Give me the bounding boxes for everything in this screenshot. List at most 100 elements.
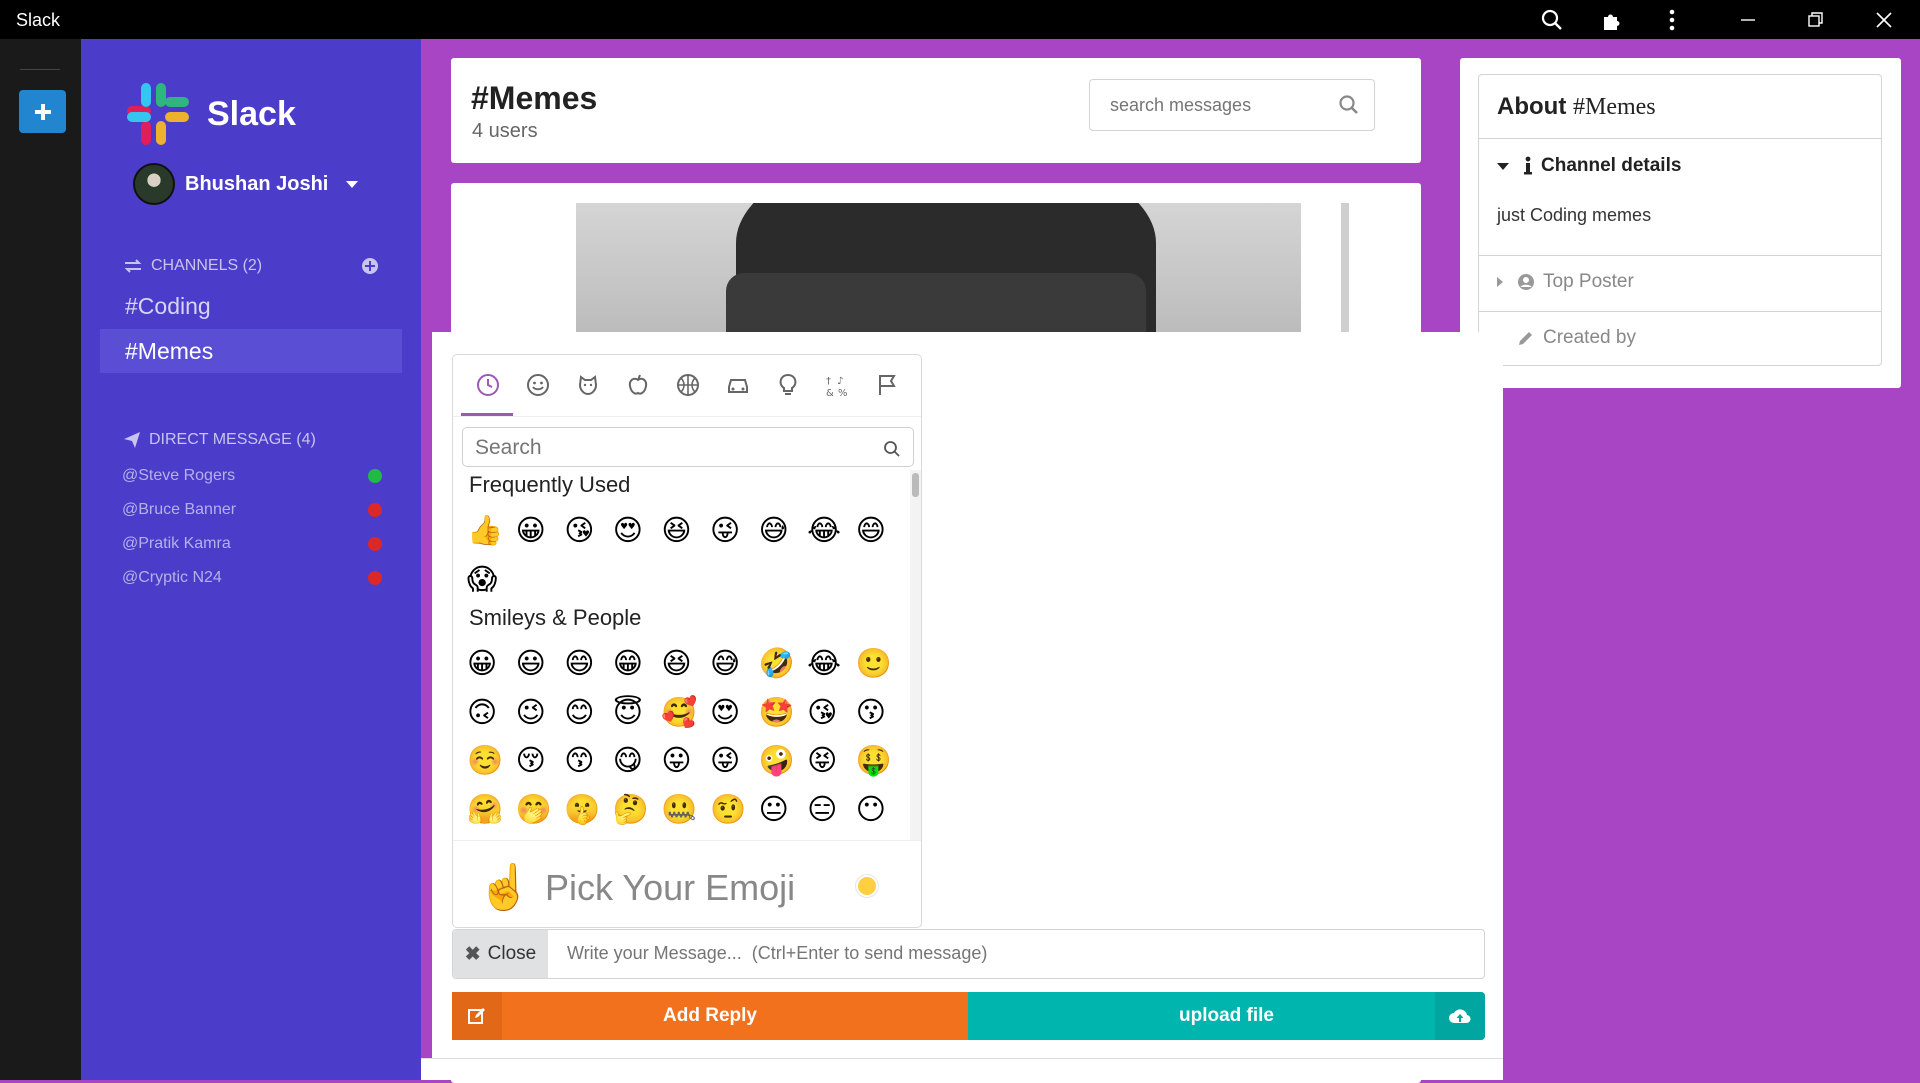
dm-label: @Steve Rogers <box>122 467 236 484</box>
dm-item[interactable]: @Pratik Kamra <box>122 535 382 553</box>
emoji-button[interactable]: 😜 <box>710 506 759 555</box>
emoji-button[interactable]: 😗 <box>856 688 905 737</box>
emoji-button[interactable]: 😂 <box>807 639 856 688</box>
bottom-panel-edge <box>421 1058 1503 1080</box>
emoji-button[interactable]: 😊 <box>564 688 613 737</box>
smiley-icon[interactable] <box>513 367 563 403</box>
dm-label: @Bruce Banner <box>122 501 237 518</box>
feed-scrollbar[interactable] <box>1341 203 1349 333</box>
animal-icon[interactable] <box>563 367 613 403</box>
close-emoji-button[interactable]: ✖ Close <box>453 930 548 978</box>
emoji-button[interactable]: 🤔 <box>613 785 662 834</box>
emoji-button[interactable]: 😅 <box>759 506 808 555</box>
channel-memes[interactable]: #Memes <box>100 329 402 373</box>
emoji-button[interactable]: 😄 <box>856 506 905 555</box>
emoji-button[interactable]: 😀 <box>467 639 516 688</box>
emoji-button[interactable]: 😃 <box>516 639 565 688</box>
close-icon[interactable] <box>1859 0 1909 39</box>
emoji-button[interactable]: 😝 <box>807 736 856 785</box>
emoji-button[interactable]: 🤨 <box>710 785 759 834</box>
emoji-button[interactable]: 😱 <box>467 555 516 604</box>
emoji-button[interactable]: 😅 <box>710 639 759 688</box>
status-dot <box>368 537 382 551</box>
emoji-button[interactable]: 🙂 <box>856 639 905 688</box>
emoji-button[interactable]: 🤪 <box>759 736 808 785</box>
emoji-button[interactable]: 😘 <box>807 688 856 737</box>
upload-file-button[interactable]: upload file <box>968 992 1485 1040</box>
emoji-button[interactable]: 🤩 <box>759 688 808 737</box>
emoji-button[interactable]: 😶 <box>856 785 905 834</box>
add-reply-label: Add Reply <box>663 1005 757 1026</box>
food-icon[interactable] <box>613 367 663 403</box>
caret-right-icon <box>1497 277 1503 287</box>
emoji-button[interactable]: 😙 <box>564 736 613 785</box>
emoji-button[interactable]: 😜 <box>710 736 759 785</box>
emoji-button[interactable]: 🙃 <box>467 688 516 737</box>
emoji-button[interactable]: 🤐 <box>661 785 710 834</box>
emoji-button[interactable]: 😉 <box>516 688 565 737</box>
emoji-button[interactable]: 😄 <box>564 639 613 688</box>
symbols-icon[interactable]: † ♪ &% <box>813 367 863 403</box>
emoji-scrollbar[interactable] <box>910 470 921 840</box>
emoji-button[interactable]: 😂 <box>807 506 856 555</box>
objects-icon[interactable] <box>763 367 813 403</box>
emoji-button[interactable]: 🤗 <box>467 785 516 834</box>
skin-tone-selector[interactable] <box>858 877 876 895</box>
emoji-button[interactable]: 😁 <box>613 639 662 688</box>
emoji-button[interactable]: 😋 <box>613 736 662 785</box>
emoji-button[interactable]: 😆 <box>661 506 710 555</box>
channel-user-count: 4 users <box>472 120 538 142</box>
emoji-button[interactable]: 🤫 <box>564 785 613 834</box>
rail-divider <box>20 69 60 70</box>
emoji-button[interactable]: 😇 <box>613 688 662 737</box>
dm-item[interactable]: @Bruce Banner <box>122 501 382 519</box>
about-title: About #Memes <box>1497 93 1656 121</box>
accordion-created-by[interactable]: Created by <box>1497 327 1636 349</box>
preview-text: Pick Your Emoji <box>545 867 796 908</box>
preview-emoji: ☝️ <box>477 862 532 913</box>
emoji-button[interactable]: 😍 <box>613 506 662 555</box>
emoji-button[interactable]: 🤣 <box>759 639 808 688</box>
emoji-button[interactable]: 😐 <box>759 785 808 834</box>
emoji-button[interactable]: 🥰 <box>661 688 710 737</box>
emoji-button[interactable]: 😛 <box>661 736 710 785</box>
flags-icon[interactable] <box>863 367 913 403</box>
extensions-icon[interactable] <box>1587 0 1637 39</box>
search-icon <box>884 441 900 457</box>
emoji-button[interactable]: 🤑 <box>856 736 905 785</box>
channel-coding[interactable]: #Coding <box>100 284 402 328</box>
recent-icon[interactable] <box>463 367 513 403</box>
add-reply-button[interactable]: Add Reply <box>452 992 968 1040</box>
emoji-button[interactable]: 👍 <box>467 506 516 555</box>
search-icon[interactable] <box>1527 0 1577 39</box>
emoji-search <box>462 427 914 467</box>
meme-image <box>576 203 1301 333</box>
edit-icon <box>452 992 502 1040</box>
dm-item[interactable]: @Cryptic N24 <box>122 569 382 587</box>
search-input[interactable] <box>1110 95 1330 116</box>
search-icon[interactable] <box>1338 94 1360 116</box>
emoji-button[interactable]: 😍 <box>710 688 759 737</box>
accordion-top-poster[interactable]: Top Poster <box>1497 271 1634 293</box>
emoji-preview: ☝️ Pick Your Emoji <box>453 840 921 927</box>
emoji-scrollbar-thumb[interactable] <box>912 473 919 497</box>
add-workspace-button[interactable] <box>19 90 66 133</box>
emoji-button[interactable]: 😆 <box>661 639 710 688</box>
emoji-button[interactable]: 😚 <box>516 736 565 785</box>
add-channel-button[interactable] <box>361 257 379 280</box>
emoji-button[interactable]: 🤭 <box>516 785 565 834</box>
more-vertical-icon[interactable] <box>1647 0 1697 39</box>
emoji-button[interactable]: ☺️ <box>467 736 516 785</box>
emoji-button[interactable]: 😘 <box>564 506 613 555</box>
emoji-button[interactable]: 😀 <box>516 506 565 555</box>
travel-icon[interactable] <box>713 367 763 403</box>
user-menu[interactable]: Bhushan Joshi <box>133 163 359 205</box>
restore-icon[interactable] <box>1791 0 1841 39</box>
minimize-icon[interactable] <box>1723 0 1773 39</box>
activity-icon[interactable] <box>663 367 713 403</box>
emoji-search-input[interactable] <box>475 436 855 460</box>
message-input[interactable] <box>567 943 1447 964</box>
accordion-channel-details[interactable]: Channel details <box>1497 155 1681 177</box>
dm-item[interactable]: @Steve Rogers <box>122 467 382 485</box>
emoji-button[interactable]: 😑 <box>807 785 856 834</box>
